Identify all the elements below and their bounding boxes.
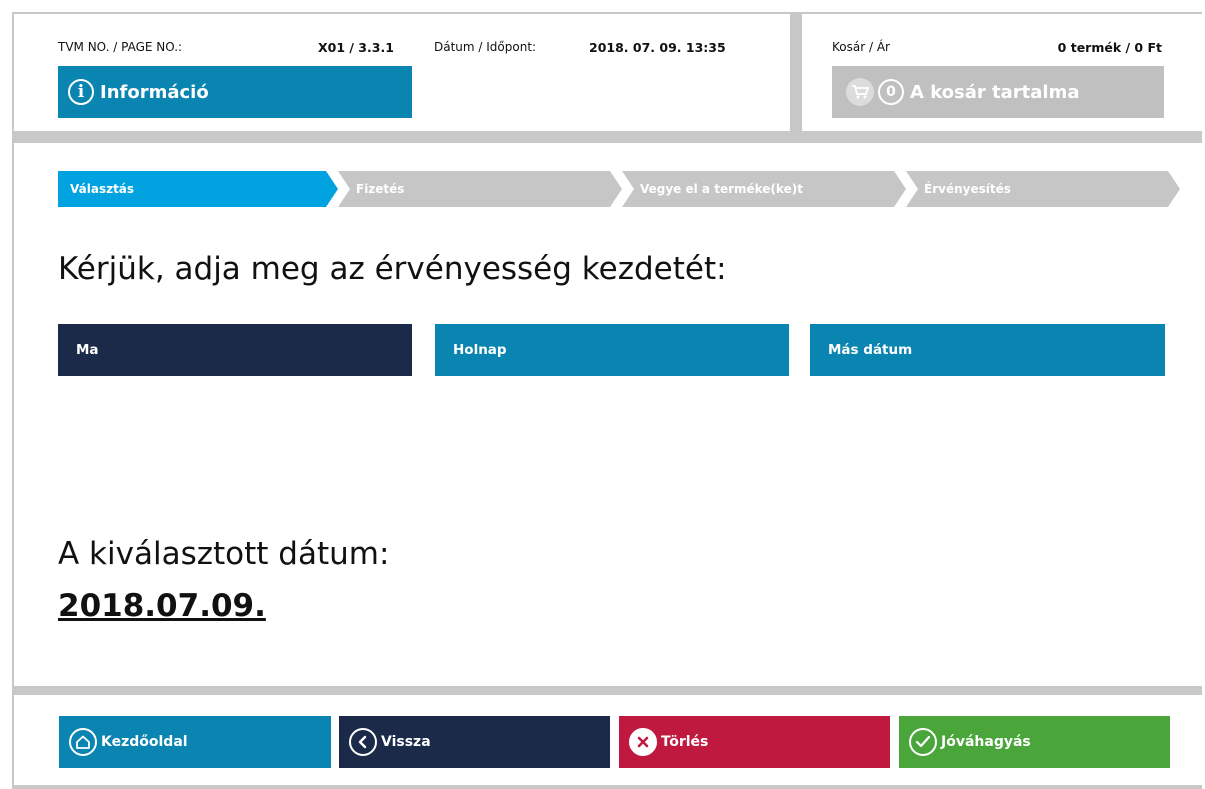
cart-icon: [846, 78, 874, 106]
confirm-button-label: Jóváhagyás: [941, 734, 1031, 750]
confirm-button[interactable]: Jóváhagyás: [899, 716, 1170, 768]
home-icon: [69, 728, 97, 756]
cart-label: Kosár / Ár: [832, 40, 890, 54]
step-take-products: Vegye el a terméke(ke)t: [622, 171, 906, 207]
option-today[interactable]: Ma: [58, 324, 412, 376]
tvm-value: X01 / 3.3.1: [318, 40, 394, 55]
main-panel: Választás Fizetés Vegye el a terméke(ke)…: [14, 143, 1202, 686]
home-button-label: Kezdőoldal: [101, 734, 188, 750]
progress-steps: Választás Fizetés Vegye el a terméke(ke)…: [58, 171, 1180, 207]
info-icon: i: [68, 79, 94, 105]
step-label: Vegye el a terméke(ke)t: [640, 182, 803, 196]
selected-date-value: 2018.07.09.: [58, 588, 266, 624]
datetime-label: Dátum / Időpont:: [434, 40, 537, 54]
footer-panel: Kezdőoldal Vissza Törlés Jóváhagyás: [14, 695, 1202, 785]
step-payment: Fizetés: [338, 171, 622, 207]
option-tomorrow[interactable]: Holnap: [435, 324, 789, 376]
cart-button-label: A kosár tartalma: [910, 81, 1080, 103]
checkmark-icon: [909, 728, 937, 756]
option-label: Más dátum: [828, 342, 913, 358]
close-icon: [629, 728, 657, 756]
step-label: Választás: [70, 182, 135, 196]
cart-summary: 0 termék / 0 Ft: [1057, 40, 1162, 55]
step-label: Fizetés: [356, 182, 405, 196]
validity-prompt: Kérjük, adja meg az érvényesség kezdetét…: [58, 251, 727, 287]
step-label: Érvényesítés: [924, 182, 1011, 196]
cart-panel: Kosár / Ár 0 termék / 0 Ft 0 A kosár tar…: [802, 14, 1202, 131]
header-panel: TVM NO. / PAGE NO.: X01 / 3.3.1 Dátum / …: [14, 14, 790, 131]
chevron-left-icon: [349, 728, 377, 756]
delete-button[interactable]: Törlés: [619, 716, 890, 768]
info-button-label: Információ: [100, 81, 209, 103]
back-button-label: Vissza: [381, 734, 431, 750]
info-button[interactable]: i Információ: [58, 66, 412, 118]
delete-button-label: Törlés: [661, 734, 709, 750]
step-choose: Választás: [58, 171, 338, 207]
back-button[interactable]: Vissza: [339, 716, 610, 768]
home-button[interactable]: Kezdőoldal: [59, 716, 331, 768]
cart-button[interactable]: 0 A kosár tartalma: [832, 66, 1164, 118]
option-label: Ma: [76, 342, 99, 358]
cart-count-badge: 0: [878, 79, 904, 105]
tvm-label: TVM NO. / PAGE NO.:: [58, 40, 183, 54]
step-validation: Érvényesítés: [906, 171, 1180, 207]
option-label: Holnap: [453, 342, 507, 358]
option-other-date[interactable]: Más dátum: [810, 324, 1165, 376]
selected-date-label: A kiválasztott dátum:: [58, 536, 390, 572]
datetime-value: 2018. 07. 09. 13:35: [589, 40, 726, 55]
